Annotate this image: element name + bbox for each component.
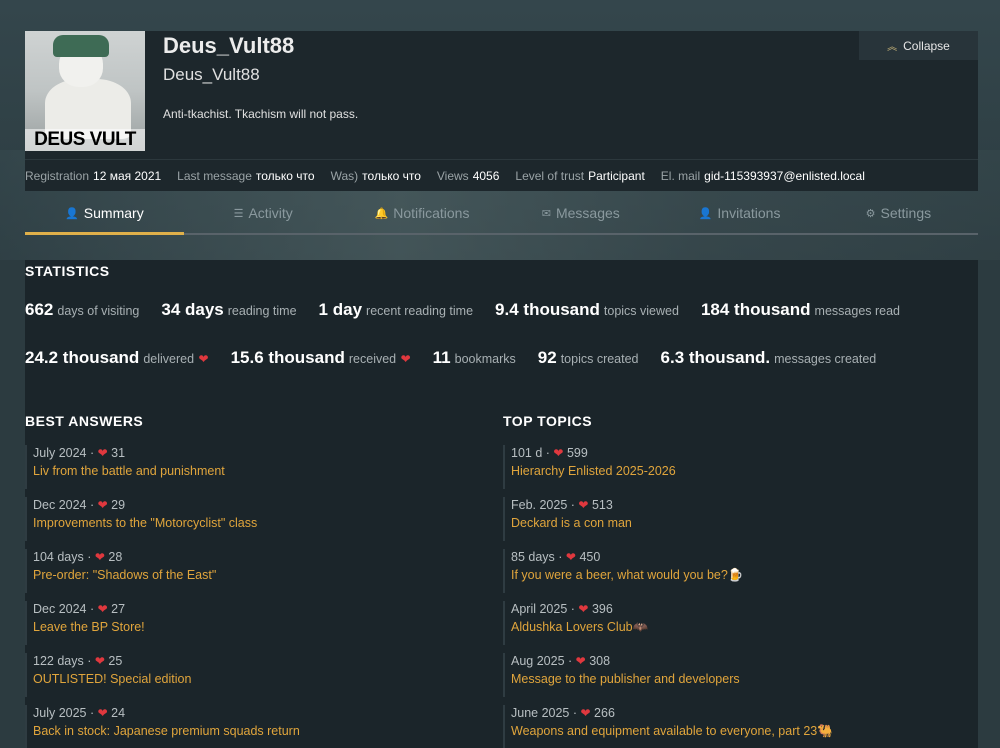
heart-icon: ❤ (97, 498, 108, 512)
stat-topics-viewed: 9.4 thousand topics viewed (495, 300, 679, 319)
heart-icon: ❤ (97, 706, 108, 720)
top-topics-title: TOP TOPICS (503, 413, 593, 429)
meta-views: Views 4056 (436, 168, 500, 183)
stat-days-visiting: 662 days of visiting (25, 300, 140, 319)
tab-invitations[interactable]: 👤 Invitations (660, 193, 819, 233)
list-icon: ☰ (233, 207, 244, 220)
heart-icon: ❤ (575, 654, 586, 668)
best-answer-link[interactable]: Liv from the battle and punishment (33, 462, 485, 480)
list-item: 104 days · ❤ 28 Pre-order: "Shadows of th… (25, 549, 485, 593)
tab-settings[interactable]: ⚙ Settings (819, 193, 978, 233)
statistics-row-1: 662 days of visiting 34 days reading time … (25, 300, 922, 320)
list-item: April 2025 · ❤ 396 Aldushka Lovers Club🦇 (503, 601, 963, 645)
chevrons-up-icon: ︽ (887, 42, 898, 53)
heart-icon: ❤ (94, 654, 105, 668)
heart-icon: ❤ (580, 706, 591, 720)
list-item: June 2025 · ❤ 266 Weapons and equipment a… (503, 705, 963, 748)
best-answers-title: BEST ANSWERS (25, 413, 144, 429)
collapse-button[interactable]: ︽ Collapse (859, 31, 978, 60)
stat-topics-created: 92 topics created (537, 348, 639, 367)
heart-icon: ❤ (400, 352, 411, 366)
bell-icon: 🔔 (374, 207, 389, 220)
meta-registration: Registration 12 мая 2021 (25, 168, 162, 183)
heart-icon: ❤ (553, 446, 564, 460)
top-topic-link[interactable]: Weapons and equipment available to every… (511, 722, 963, 740)
gear-icon: ⚙ (865, 207, 876, 220)
best-answer-link[interactable]: Pre-order: "Shadows of the East" (33, 566, 485, 584)
statistics-title: STATISTICS (25, 263, 110, 279)
profile-bio: Anti-tkachist. Tkachism will not pass. (163, 107, 359, 121)
heart-icon: ❤ (578, 602, 589, 616)
list-item: Feb. 2025 · ❤ 513 Deckard is a con man (503, 497, 963, 541)
tab-messages[interactable]: ✉ Messages (501, 193, 660, 233)
top-topics-list: 101 d · ❤ 599 Hierarchy Enlisted 2025-202… (503, 445, 963, 748)
summary-content: STATISTICS 662 days of visiting 34 days re… (25, 260, 978, 748)
avatar-helmet (53, 35, 109, 57)
meta-trust-level: Level of trust Participant (515, 168, 645, 183)
user-profile-panel: DEUS VULT Deus_Vult88 Deus_Vult88 Anti-t… (25, 31, 978, 748)
tab-activity[interactable]: ☰ Activity (184, 193, 343, 233)
heart-icon: ❤ (97, 446, 108, 460)
list-item: Dec 2024 · ❤ 29 Improvements to the "Moto… (25, 497, 485, 541)
user-icon: 👤 (65, 207, 79, 220)
stat-likes-delivered: 24.2 thousand delivered ❤ (25, 348, 209, 367)
envelope-icon: ✉ (541, 207, 551, 220)
profile-tabs: 👤 Summary ☰ Activity 🔔 Notifications ✉ Messa… (25, 193, 978, 235)
tab-summary[interactable]: 👤 Summary (25, 193, 184, 235)
heart-icon: ❤ (198, 352, 209, 366)
user-plus-icon: 👤 (698, 207, 713, 220)
top-topic-link[interactable]: Deckard is a con man (511, 514, 963, 532)
stat-messages-read: 184 thousand messages read (700, 300, 901, 319)
tab-notifications[interactable]: 🔔 Notifications (343, 193, 502, 233)
top-topic-link[interactable]: If you were a beer, what would you be?🍺 (511, 566, 963, 584)
list-item: 101 d · ❤ 599 Hierarchy Enlisted 2025-202… (503, 445, 963, 489)
top-topic-link[interactable]: Aldushka Lovers Club🦇 (511, 618, 963, 636)
best-answer-link[interactable]: OUTLISTED! Special edition (33, 670, 485, 688)
list-item: 122 days · ❤ 25 OUTLISTED! Special editio… (25, 653, 485, 697)
heart-icon: ❤ (565, 550, 576, 564)
meta-email: El. mail gid-115393937@enlisted.local (660, 168, 865, 183)
heart-icon: ❤ (578, 498, 589, 512)
list-item: Dec 2024 · ❤ 27 Leave the BP Store! (25, 601, 485, 645)
meta-was: Was) только что (330, 168, 421, 183)
list-item: July 2025 · ❤ 24 Back in stock: Japanese … (25, 705, 485, 748)
best-answers-list: July 2024 · ❤ 31 Liv from the battle and … (25, 445, 485, 748)
best-answer-link[interactable]: Improvements to the "Motorcyclist" class (33, 514, 485, 532)
best-answer-link[interactable]: Leave the BP Store! (33, 618, 485, 636)
profile-header: DEUS VULT Deus_Vult88 Deus_Vult88 Anti-t… (25, 31, 978, 159)
stat-messages-created: 6.3 thousand. messages created (660, 348, 877, 367)
list-item: 85 days · ❤ 450 If you were a beer, what … (503, 549, 963, 593)
stat-likes-received: 15.6 thousand received ❤ (230, 348, 411, 367)
stat-reading-time: 34 days reading time (161, 300, 297, 319)
profile-full-name: Deus_Vult88 (163, 65, 260, 84)
meta-last-message: Last message только что (177, 168, 315, 183)
profile-username: Deus_Vult88 (163, 33, 295, 58)
heart-icon: ❤ (97, 602, 108, 616)
collapse-label: Collapse (903, 38, 950, 53)
avatar[interactable]: DEUS VULT (25, 31, 145, 151)
top-topic-link[interactable]: Message to the publisher and developers (511, 670, 963, 688)
list-item: Aug 2025 · ❤ 308 Message to the publisher… (503, 653, 963, 697)
avatar-caption: DEUS VULT (25, 129, 145, 151)
stat-recent-reading-time: 1 day recent reading time (318, 300, 474, 319)
statistics-row-2: 24.2 thousand delivered ❤ 15.6 thousand re… (25, 348, 898, 368)
stat-bookmarks: 11 bookmarks (432, 348, 516, 367)
best-answer-link[interactable]: Back in stock: Japanese premium squads r… (33, 722, 485, 740)
list-item: July 2024 · ❤ 31 Liv from the battle and … (25, 445, 485, 489)
profile-meta-bar: Registration 12 мая 2021 Last message толь… (25, 159, 978, 191)
top-topic-link[interactable]: Hierarchy Enlisted 2025-2026 (511, 462, 963, 480)
heart-icon: ❤ (94, 550, 105, 564)
